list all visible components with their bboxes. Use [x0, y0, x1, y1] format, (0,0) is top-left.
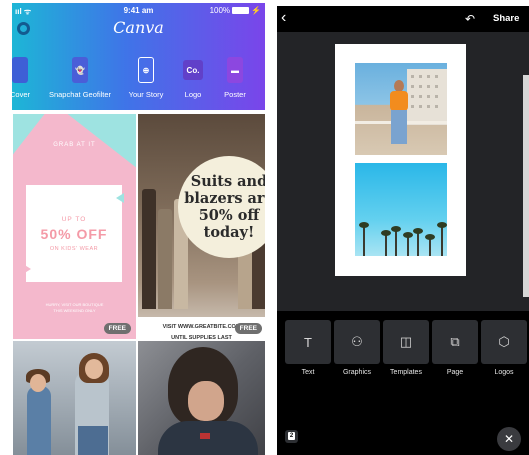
- chevron-left-icon[interactable]: ‹: [281, 9, 286, 27]
- next-page-preview[interactable]: [523, 75, 529, 297]
- free-badge: FREE: [234, 323, 262, 334]
- category-snapchat-geofilter[interactable]: 👻 Snapchat Geofilter: [45, 57, 115, 99]
- child-face: [30, 374, 46, 392]
- wrist-watch: [200, 433, 210, 439]
- category-strip[interactable]: Cover 👻 Snapchat Geofilter ⊕ Your Story …: [12, 57, 265, 101]
- logo-hex-icon: ⬡: [481, 320, 527, 364]
- tool-page[interactable]: ⧉ Page: [432, 320, 478, 376]
- tool-templates[interactable]: ◫ Templates: [383, 320, 429, 376]
- tool-text[interactable]: T Text: [285, 320, 331, 376]
- battery-icon: [232, 7, 250, 14]
- building: [407, 69, 447, 125]
- category-label: Poster: [224, 90, 246, 99]
- text-T-icon: T: [285, 320, 331, 364]
- free-badge: FREE: [103, 323, 131, 334]
- ghost-icon: 👻: [72, 57, 88, 83]
- category-poster[interactable]: ▬ Poster: [200, 57, 265, 99]
- shapes-icon: ⚇: [334, 320, 380, 364]
- design-page[interactable]: [335, 44, 466, 276]
- status-bar: ııl ᯤ 9:41 am 100% ⚡: [12, 6, 265, 18]
- tool-label: Templates: [390, 369, 422, 376]
- canva-home-screen: ııl ᯤ 9:41 am 100% ⚡ Canva Cover 👻 Snapc…: [12, 3, 265, 455]
- charging-icon: ⚡: [251, 6, 261, 15]
- fine-print: HURRY, VISIT OUR BOUTIQUE THIS WEEKEND O…: [13, 302, 136, 314]
- editor-top-bar: ‹ ↶ Share: [277, 6, 529, 32]
- canva-editor-screen: ‹ ↶ Share T Text ⚇ Graphics ◫ Templates …: [277, 6, 529, 455]
- orange-shirt: [390, 91, 408, 111]
- template-suits-sale[interactable]: Suits and blazers are 50% off today! VIS…: [138, 114, 265, 339]
- close-button[interactable]: ✕: [497, 427, 521, 451]
- rooftop-photo-frame[interactable]: [355, 63, 447, 155]
- cover-icon: [12, 57, 28, 83]
- canva-logo: Canva: [113, 18, 164, 37]
- woman-face: [188, 381, 224, 421]
- undo-icon[interactable]: ↶: [465, 12, 475, 26]
- headline-line: today!: [203, 224, 255, 241]
- page-icon: ⧉: [432, 320, 478, 364]
- template-kids-sale[interactable]: GRAB AT IT UP TO 50% OFF ON KIDS' WEAR H…: [13, 114, 136, 339]
- sale-card: UP TO 50% OFF ON KIDS' WEAR: [26, 185, 122, 282]
- page-count: 2: [288, 432, 295, 440]
- phone-story-icon: ⊕: [138, 57, 154, 83]
- share-button[interactable]: Share: [493, 13, 519, 24]
- template-mother-daughter-photo[interactable]: [13, 341, 136, 455]
- sale-discount: 50% OFF: [40, 226, 108, 242]
- mother-face: [85, 359, 103, 379]
- pages-button[interactable]: 2: [285, 430, 298, 443]
- tool-label: Text: [301, 369, 315, 376]
- headline-line: 50% off: [198, 207, 260, 224]
- editor-tool-bar: T Text ⚇ Graphics ◫ Templates ⧉ Page ⬡ L…: [277, 320, 529, 380]
- tool-graphics[interactable]: ⚇ Graphics: [334, 320, 380, 376]
- sale-subtitle: ON KIDS' WEAR: [49, 246, 99, 252]
- triangle-decoration: [23, 264, 31, 274]
- poster-icon: ▬: [227, 57, 243, 83]
- templates-icon: ◫: [383, 320, 429, 364]
- palm-trees-photo-frame[interactable]: [355, 163, 447, 256]
- triangle-decoration: [116, 193, 124, 203]
- battery-percent: 100%: [209, 6, 231, 15]
- headline-circle: Suits and blazers are 50% off today!: [178, 156, 265, 258]
- tool-label: Page: [446, 369, 464, 376]
- headline-line: blazers are: [184, 190, 265, 207]
- tool-label: Logos: [494, 369, 514, 376]
- headline-line: Suits and: [190, 173, 265, 190]
- tool-logos[interactable]: ⬡ Logos: [481, 320, 527, 376]
- mother-jeans: [78, 426, 108, 455]
- template-woman-portrait-photo[interactable]: [138, 341, 265, 455]
- child-figure: [27, 386, 51, 455]
- template-header: GRAB AT IT: [53, 142, 96, 148]
- design-canvas-area: [277, 32, 529, 311]
- blue-jeans: [391, 110, 407, 144]
- sale-up-to: UP TO: [61, 216, 87, 223]
- tool-label: Graphics: [342, 369, 371, 376]
- category-label: Snapchat Geofilter: [48, 90, 112, 99]
- fine-print-line: THIS WEEKEND ONLY: [53, 308, 96, 313]
- home-header: ııl ᯤ 9:41 am 100% ⚡ Canva Cover 👻 Snapc…: [12, 3, 265, 110]
